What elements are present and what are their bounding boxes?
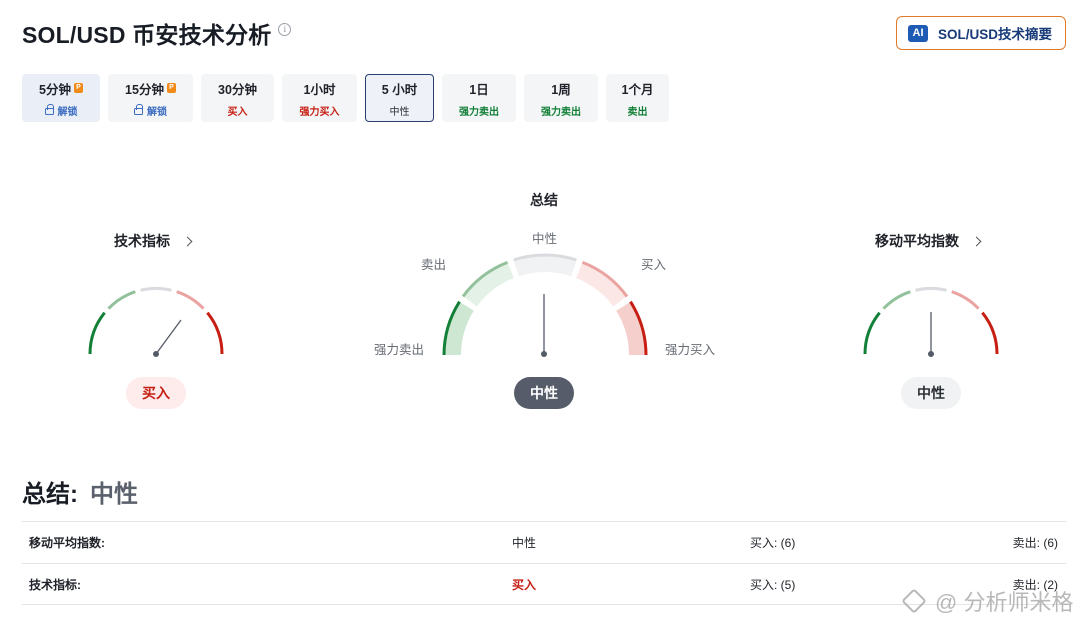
tab-1month[interactable]: 1个月 卖出 <box>606 74 669 122</box>
tab-label: 5 小时 <box>381 82 418 97</box>
ai-summary-button[interactable]: AI SOL/USD技术摘要 <box>896 16 1066 50</box>
tab-label: 1日 <box>469 82 489 97</box>
tab-5min[interactable]: 5分钟 P 解锁 <box>22 74 100 122</box>
tab-sub-label: 解锁 <box>147 106 167 118</box>
pro-icon: P <box>73 83 83 93</box>
tab-label: 1小时 <box>303 82 336 97</box>
gauge-neutral-band <box>513 254 577 277</box>
gauge-pivot <box>541 351 547 357</box>
tab-sub-label: 强力卖出 <box>541 106 581 118</box>
tab-1week[interactable]: 1周 强力卖出 <box>524 74 598 122</box>
tab-sub-label: 强力卖出 <box>459 106 499 118</box>
watermark: @ 分析师米格 <box>901 585 1074 617</box>
watermark-text: @ 分析师米格 <box>935 590 1074 615</box>
moving-averages-title: 移动平均指数 <box>875 233 959 249</box>
tab-sub-label: 解锁 <box>57 106 78 118</box>
moving-average-gauge <box>863 287 999 357</box>
tab-30min[interactable]: 30分钟 买入 <box>201 74 274 122</box>
tab-1day[interactable]: 1日 强力卖出 <box>442 74 516 122</box>
gauge-pivot <box>153 351 159 357</box>
tab-label: 15分钟 <box>125 82 164 97</box>
row-name: 移动平均指数: <box>29 536 105 550</box>
chevron-right-icon <box>971 236 982 246</box>
summary-value: 中性 <box>90 481 138 508</box>
gauge-strong-buy-arc <box>981 311 999 355</box>
tab-sub-label: 买入 <box>227 106 248 118</box>
ai-summary-label: SOL/USD技术摘要 <box>938 27 1053 42</box>
tab-sub-label: 中性 <box>389 106 410 118</box>
tab-sub-label: 强力买入 <box>299 106 340 118</box>
moving-average-result-badge: 中性 <box>901 377 961 409</box>
pro-icon: P <box>166 83 176 93</box>
tab-label: 1个月 <box>621 82 654 97</box>
gauge-strong-buy-arc <box>206 311 224 355</box>
summary-gauge <box>442 253 648 357</box>
gauge-neutral-arc <box>915 287 947 292</box>
lock-icon <box>134 104 143 115</box>
gauge-label-neutral: 中性 <box>532 232 558 246</box>
table-row: 移动平均指数: 中性 买入: (6) 卖出: (6) <box>22 521 1066 563</box>
summary-label: 总结: <box>22 481 78 508</box>
row-name: 技术指标: <box>29 577 81 592</box>
technical-result-badge: 买入 <box>126 377 186 409</box>
gauge-pivot <box>928 351 934 357</box>
tab-5hour[interactable]: 5 小时 中性 <box>365 74 434 122</box>
tab-label: 5分钟 <box>39 82 71 97</box>
gauge-buy-arc <box>176 290 205 310</box>
gauge-needle <box>155 319 182 355</box>
row-buy-count: 买入: (6) <box>750 536 796 550</box>
tab-1hour[interactable]: 1小时 强力买入 <box>282 74 357 122</box>
technical-indicators-title: 技术指标 <box>114 233 170 249</box>
gauge-buy-arc <box>951 290 980 310</box>
row-status: 中性 <box>512 536 537 550</box>
gauge-strong-sell-arc <box>863 311 881 355</box>
gauge-label-strong-buy: 强力买入 <box>665 343 716 357</box>
lock-icon <box>44 104 54 115</box>
summary-heading: 总结: 中性 <box>22 474 138 509</box>
row-sell-count: 卖出: (6) <box>1012 536 1058 550</box>
row-status: 买入 <box>512 577 537 592</box>
tab-label: 30分钟 <box>218 82 257 97</box>
gauge-sell-arc <box>107 290 136 310</box>
info-icon[interactable]: i <box>278 22 292 36</box>
summary-gauge-title: 总结 <box>530 192 558 208</box>
chevron-right-icon <box>182 236 193 246</box>
summary-result-badge: 中性 <box>514 377 574 409</box>
gauge-strong-sell-arc <box>88 311 106 355</box>
timeframe-tabs: 5分钟 P 解锁 15分钟 P 解锁 30分钟 买入 1小时 强力买入 5 小时 中… <box>22 74 677 122</box>
page-title: SOL/USD 币安技术分析 i <box>22 16 292 50</box>
gauge-sell-band <box>462 261 515 307</box>
row-buy-count: 买入: (5) <box>750 577 796 592</box>
tab-sub-label: 卖出 <box>627 106 648 118</box>
gauge-sell-arc <box>882 290 911 310</box>
gauge-buy-band <box>575 261 628 307</box>
technical-indicators-link[interactable]: 技术指标 <box>114 231 193 251</box>
tab-15min[interactable]: 15分钟 P 解锁 <box>108 74 193 122</box>
ai-icon: AI <box>908 24 928 42</box>
gauge-label-strong-sell: 强力卖出 <box>374 343 425 357</box>
page-title-text: SOL/USD 币安技术分析 <box>22 22 272 48</box>
tab-label: 1周 <box>551 82 571 97</box>
watermark-logo-icon <box>901 588 927 614</box>
technical-gauge <box>88 287 224 357</box>
moving-averages-link[interactable]: 移动平均指数 <box>875 231 982 251</box>
gauge-neutral-arc <box>140 287 172 292</box>
